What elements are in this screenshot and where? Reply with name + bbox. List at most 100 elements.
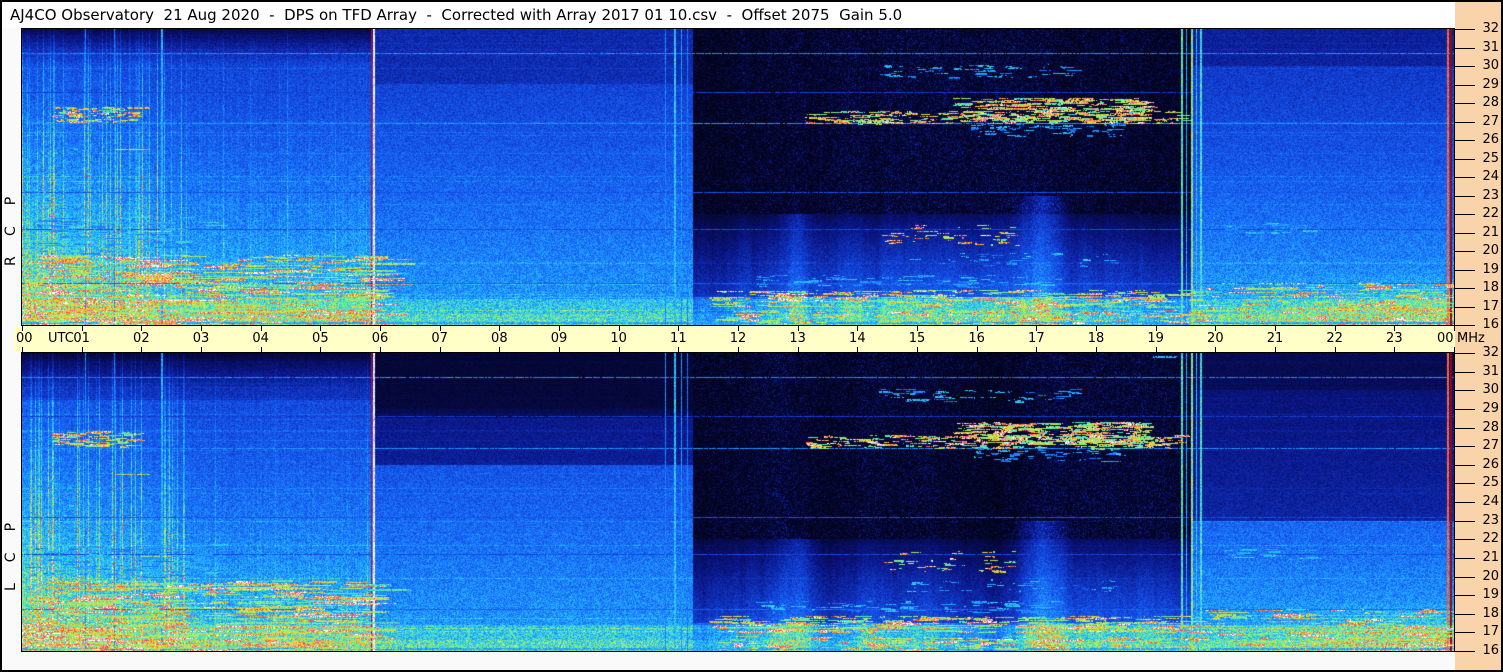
lcp-spectrogram-panel: [21, 352, 1455, 652]
lcp-spectrogram-canvas: [22, 353, 1454, 651]
freq-tick-label: 31: [1482, 39, 1499, 55]
freq-tick: [1455, 613, 1475, 615]
freq-tick-label: 32: [1482, 345, 1499, 360]
freq-tick: [1455, 502, 1475, 503]
time-tick-label: 02: [133, 331, 150, 346]
rcp-spectrogram-canvas: [22, 29, 1454, 325]
freq-tick-label: 19: [1482, 587, 1499, 603]
time-tick-label: 00: [16, 331, 33, 346]
freq-tick: [1455, 84, 1475, 86]
time-tick-label: 03: [192, 331, 210, 346]
time-tick-label: 17: [1028, 331, 1045, 346]
time-tick-label: 22: [1326, 331, 1343, 346]
freq-tick-label: 30: [1482, 382, 1499, 398]
freq-tick-label: 18: [1482, 280, 1499, 295]
freq-tick-label: 18: [1482, 605, 1499, 621]
freq-tick-label: 26: [1482, 456, 1499, 472]
time-tick-label: 06: [371, 331, 389, 346]
freq-tick-label: 27: [1482, 113, 1499, 129]
freq-tick: [1455, 158, 1475, 160]
freq-tick-label: 29: [1482, 400, 1499, 416]
freq-tick: [1455, 427, 1475, 429]
time-tick-label: 19: [1147, 331, 1164, 346]
freq-tick-label: 20: [1482, 243, 1499, 258]
freq-tick-label: 20: [1482, 568, 1499, 584]
freq-tick: [1455, 595, 1475, 597]
rcp-panel-label: RCP: [3, 175, 19, 266]
time-unit-label: UTC: [48, 331, 74, 346]
freq-tick-label: 19: [1482, 261, 1499, 277]
freq-tick-label: 30: [1482, 58, 1499, 73]
freq-tick-label: 16: [1482, 643, 1499, 658]
freq-tick-label: 16: [1482, 317, 1499, 332]
freq-tick-label: 29: [1482, 76, 1499, 92]
time-tick-label: 15: [908, 331, 926, 346]
freq-tick: [1455, 47, 1475, 49]
freq-tick: [1455, 557, 1475, 559]
freq-tick-label: 17: [1482, 298, 1499, 314]
freq-tick-label: 21: [1482, 549, 1499, 565]
freq-tick-label: 28: [1482, 95, 1499, 110]
time-tick-label: 18: [1087, 331, 1105, 346]
time-axis: 00 01 02 03 04 05 06 07 08 09 10 11 12 13 14 15 16 17 18 19…: [14, 326, 1455, 352]
freq-tick: [1455, 408, 1475, 410]
freq-tick-label: 17: [1482, 624, 1499, 640]
rcp-spectrogram-panel: [21, 28, 1455, 326]
freq-tick: [1455, 520, 1475, 522]
freq-tick: [1455, 177, 1475, 178]
freq-tick: [1455, 353, 1475, 354]
title-bar: AJ4CO Observatory 21 Aug 2020 - DPS on T…: [2, 2, 1455, 28]
freq-tick: [1455, 195, 1475, 197]
time-tick-label: 21: [1266, 331, 1284, 346]
freq-tick: [1455, 651, 1475, 652]
freq-tick-label: 23: [1482, 187, 1499, 203]
time-tick-label: 12: [729, 331, 747, 346]
observation-title: AJ4CO Observatory 21 Aug 2020 - DPS on T…: [10, 6, 903, 24]
freq-tick: [1455, 483, 1475, 485]
freq-tick-label: 25: [1482, 150, 1499, 166]
freq-tick-label: 22: [1482, 531, 1499, 547]
time-tick-label: 13: [789, 331, 806, 346]
freq-tick: [1455, 269, 1475, 271]
freq-tick: [1455, 306, 1475, 308]
dps-spectrogram-window: AJ4CO Observatory 21 Aug 2020 - DPS on T…: [0, 0, 1503, 672]
freq-tick: [1455, 232, 1475, 234]
freq-tick-label: 26: [1482, 132, 1499, 147]
freq-tick-label: 21: [1482, 224, 1499, 240]
freq-tick: [1455, 251, 1475, 252]
time-tick-label: 11: [670, 331, 687, 346]
freq-tick-label: 23: [1482, 512, 1499, 528]
freq-tick: [1455, 632, 1475, 634]
freq-tick-label: 31: [1482, 363, 1499, 379]
freq-tick: [1455, 371, 1475, 373]
freq-tick: [1455, 140, 1475, 141]
freq-tick-label: 24: [1482, 169, 1499, 184]
lcp-panel-label: LCP: [3, 501, 19, 591]
freq-tick: [1455, 121, 1475, 123]
freq-tick-label: 25: [1482, 475, 1499, 491]
freq-tick: [1455, 288, 1475, 289]
frequency-axis: MHz 32 31 30 29 28 27 26 25 24 23 22 21 20 19 18 17 16 32…: [1455, 2, 1501, 670]
time-tick-label: 10: [610, 331, 627, 346]
freq-tick-label: 22: [1482, 206, 1499, 221]
time-tick-label: 14: [849, 331, 866, 346]
bottom-margin: [2, 652, 1455, 670]
freq-tick: [1455, 539, 1475, 541]
time-tick-label: 05: [312, 331, 329, 346]
freq-tick-label: 32: [1482, 21, 1499, 36]
freq-tick-label: 27: [1482, 438, 1499, 454]
freq-tick: [1455, 29, 1475, 30]
freq-tick: [1455, 66, 1475, 67]
freq-tick-label: 24: [1482, 494, 1499, 509]
freq-tick: [1455, 103, 1475, 104]
freq-tick: [1455, 214, 1475, 215]
freq-tick: [1455, 464, 1475, 466]
time-tick-label: 08: [491, 331, 508, 346]
time-tick-label: 09: [550, 331, 568, 346]
freq-tick: [1455, 576, 1475, 578]
time-tick-label: 07: [431, 331, 448, 346]
freq-tick: [1455, 446, 1475, 448]
time-tick-label: 00: [1437, 331, 1454, 346]
time-tick-label: 04: [252, 331, 269, 346]
freq-tick-label: 28: [1482, 419, 1499, 435]
